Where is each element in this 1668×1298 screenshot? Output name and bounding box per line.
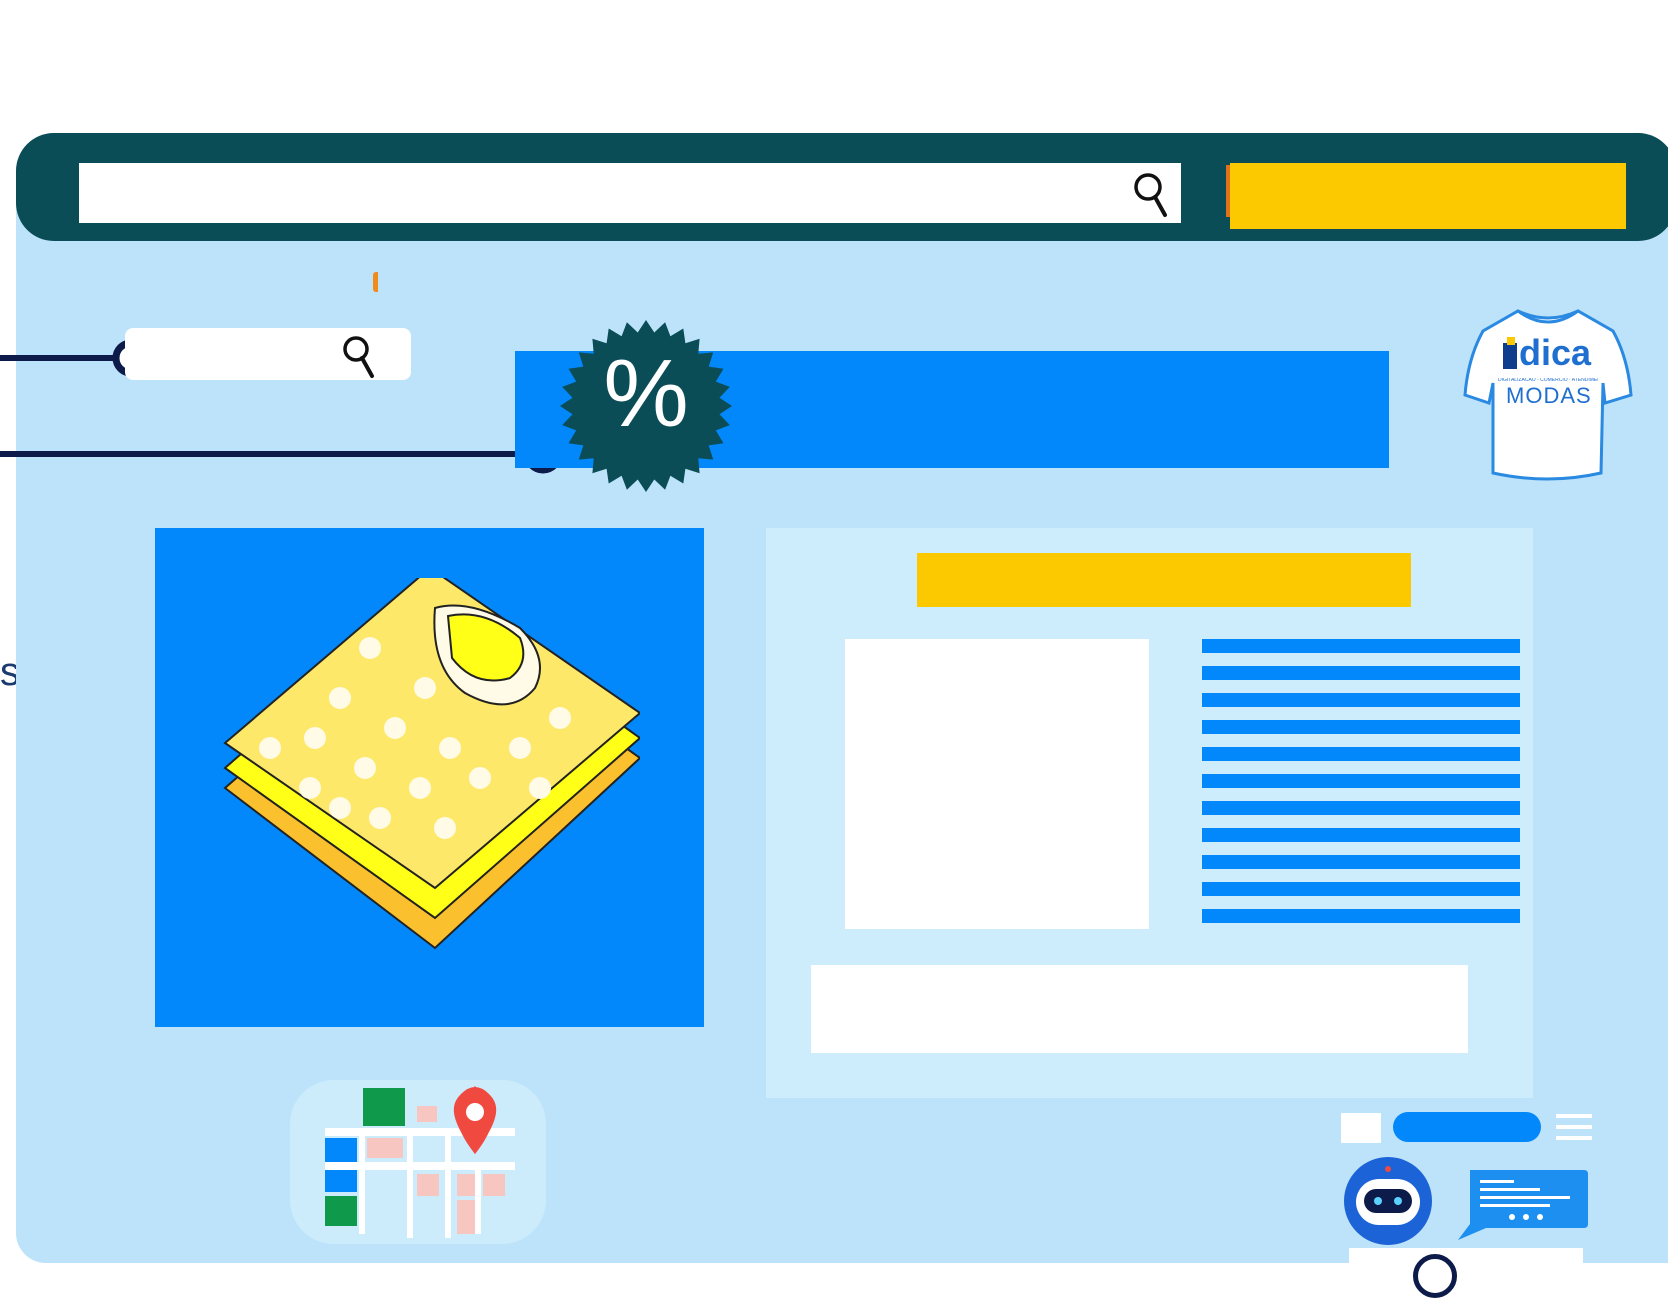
- orange-mark: [373, 272, 378, 292]
- description-line: [1202, 747, 1520, 761]
- buy-button[interactable]: [811, 965, 1468, 1053]
- logo-brand: dica: [1519, 332, 1592, 373]
- hamburger-icon[interactable]: [1556, 1112, 1592, 1142]
- description-line: [1202, 693, 1520, 707]
- brand-logo: dica DIGITALIZACAO · COMERCIO · ATENDIME…: [1463, 303, 1633, 485]
- logo-subtitle: MODAS: [1506, 383, 1592, 408]
- description-line: [1202, 909, 1520, 923]
- search-icon[interactable]: [340, 332, 380, 380]
- search-icon: [1413, 1254, 1457, 1298]
- robot-icon[interactable]: [1342, 1155, 1434, 1247]
- description-line: [1202, 882, 1520, 896]
- description-line: [1202, 666, 1520, 680]
- description-line: [1202, 855, 1520, 869]
- footer-strip: [1349, 1248, 1583, 1298]
- description-line: [1202, 639, 1520, 653]
- description-line: [1202, 828, 1520, 842]
- description-line: [1202, 801, 1520, 815]
- discount-badge-text: %: [603, 340, 689, 447]
- chat-bubble-icon[interactable]: [1456, 1168, 1590, 1242]
- product-thumbnail[interactable]: [845, 639, 1149, 929]
- cta-button[interactable]: [1230, 163, 1626, 229]
- mini-search-field[interactable]: [125, 328, 411, 380]
- description-line: [1202, 774, 1520, 788]
- map-pin-icon: [325, 1086, 515, 1238]
- product-title-bar: [917, 553, 1411, 607]
- search-icon[interactable]: [1131, 169, 1173, 219]
- url-search-bar[interactable]: [79, 163, 1181, 223]
- nav-pill-button[interactable]: [1393, 1112, 1541, 1142]
- map-card[interactable]: [290, 1080, 546, 1244]
- product-image-panel[interactable]: [155, 528, 704, 1027]
- folded-shirts-icon: [223, 578, 640, 950]
- description-line: [1202, 720, 1520, 734]
- nav-chip[interactable]: [1341, 1113, 1381, 1143]
